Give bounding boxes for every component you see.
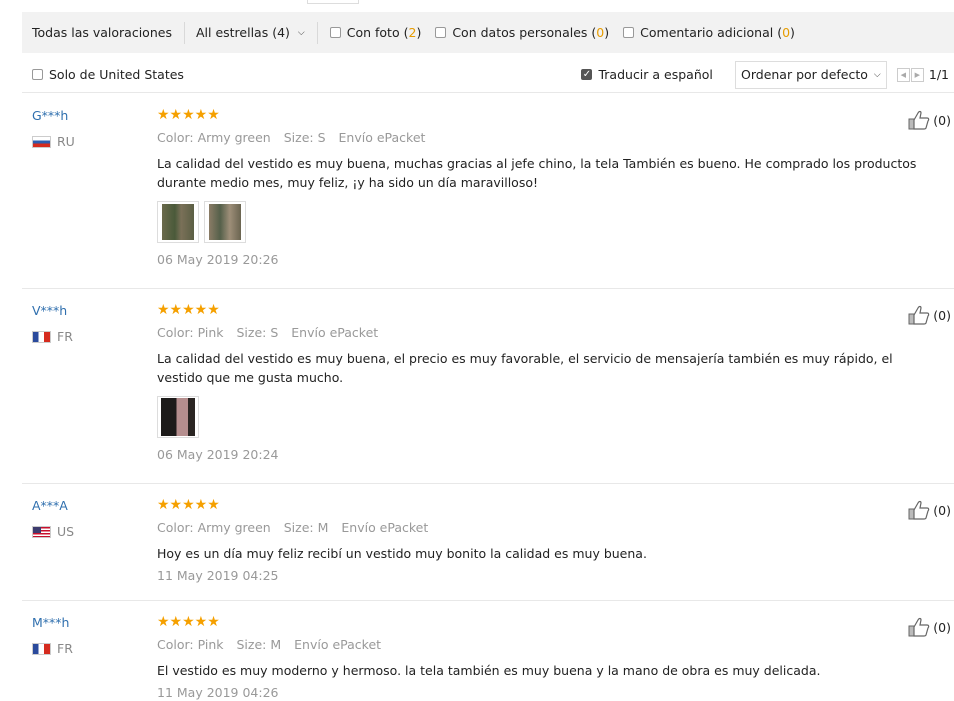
next-page-button[interactable]: ▶ bbox=[910, 67, 924, 82]
review-item: V***h FR ★★★★★ Color: Pink Size: S Envío… bbox=[22, 289, 954, 484]
review-date: 11 May 2019 04:26 bbox=[157, 685, 279, 700]
helpful-button[interactable]: (0) bbox=[907, 305, 951, 325]
reviewer-country: FR bbox=[32, 641, 73, 656]
checkbox-box[interactable] bbox=[32, 69, 43, 80]
russia-flag-icon bbox=[32, 135, 51, 148]
review-text: La calidad del vestido es muy buena, muc… bbox=[157, 156, 917, 190]
with-photo-label: Con foto (2) bbox=[346, 25, 422, 40]
review-toolbar: Solo de United States ✓ Traducir a españ… bbox=[22, 57, 954, 93]
review-photo-thumbnail[interactable] bbox=[204, 201, 246, 243]
star-rating: ★★★★★ bbox=[157, 614, 220, 630]
product-color: Color: Pink bbox=[157, 325, 224, 340]
review-filter-bar: Todas las valoraciones All estrellas (4)… bbox=[22, 12, 954, 53]
translate-checkbox[interactable]: ✓ Traducir a español bbox=[581, 67, 713, 82]
personal-data-checkbox[interactable]: Con datos personales (0) bbox=[435, 25, 609, 40]
review-text: El vestido es muy moderno y hermoso. la … bbox=[157, 663, 821, 678]
helpful-count: (0) bbox=[933, 619, 951, 635]
reviewer-name: A***A bbox=[32, 498, 68, 513]
france-flag-icon bbox=[32, 642, 51, 655]
helpful-count: (0) bbox=[933, 502, 951, 518]
additional-comment-label: Comentario adicional (0) bbox=[640, 25, 795, 40]
chevron-down-icon: ⌵ bbox=[873, 69, 881, 80]
shipping-method: Envío ePacket bbox=[341, 520, 429, 535]
helpful-count: (0) bbox=[933, 112, 951, 128]
checkbox-box[interactable] bbox=[623, 27, 635, 38]
review-date: 11 May 2019 04:25 bbox=[157, 568, 279, 583]
stars-dropdown[interactable]: All estrellas (4) ⌵ bbox=[187, 25, 315, 40]
shipping-method: Envío ePacket bbox=[291, 325, 379, 340]
review-date: 06 May 2019 20:24 bbox=[157, 447, 279, 462]
only-us-checkbox[interactable]: Solo de United States bbox=[32, 67, 184, 82]
review-photo-thumbnail[interactable] bbox=[157, 396, 199, 438]
thumbs-up-icon bbox=[908, 110, 930, 130]
product-color: Color: Army green bbox=[157, 520, 271, 535]
reviewer-country: RU bbox=[32, 134, 75, 149]
star-rating: ★★★★★ bbox=[157, 497, 220, 513]
sort-dropdown-label: Ordenar por defecto bbox=[741, 67, 868, 82]
reviewer-name: M***h bbox=[32, 615, 70, 630]
translate-label: Traducir a español bbox=[598, 67, 713, 82]
review-date: 06 May 2019 20:26 bbox=[157, 252, 279, 267]
thumbs-up-icon bbox=[908, 617, 930, 637]
checkbox-box[interactable] bbox=[435, 27, 447, 38]
shipping-method: Envío ePacket bbox=[338, 130, 426, 145]
country-code: US bbox=[57, 524, 75, 539]
top-tab-stub bbox=[307, 0, 359, 4]
all-reviews-filter[interactable]: Todas las valoraciones bbox=[22, 25, 182, 40]
divider bbox=[183, 21, 185, 44]
thumbs-up-icon bbox=[908, 500, 930, 520]
star-rating: ★★★★★ bbox=[157, 302, 220, 318]
pagination: ◀ ▶ 1/1 bbox=[896, 67, 949, 82]
review-text: Hoy es un día muy feliz recibí un vestid… bbox=[157, 546, 647, 561]
reviewer-country: US bbox=[32, 524, 74, 539]
review-item: A***A US ★★★★★ Color: Army green Size: M… bbox=[22, 484, 954, 601]
only-us-label: Solo de United States bbox=[49, 67, 184, 82]
thumbs-up-icon bbox=[908, 305, 930, 325]
reviewer-name: G***h bbox=[32, 108, 69, 123]
review-meta: Color: Army green Size: M Envío ePacket bbox=[157, 520, 937, 535]
sort-dropdown[interactable]: Ordenar por defecto ⌵ bbox=[734, 60, 887, 89]
review-meta: Color: Pink Size: M Envío ePacket bbox=[157, 637, 937, 652]
review-photos bbox=[157, 396, 937, 438]
review-photo-thumbnail[interactable] bbox=[157, 201, 199, 243]
helpful-button[interactable]: (0) bbox=[907, 617, 951, 637]
reviewer-country: FR bbox=[32, 329, 73, 344]
checkbox-checked-icon[interactable]: ✓ bbox=[581, 69, 593, 80]
france-flag-icon bbox=[32, 330, 51, 343]
page-indicator: 1/1 bbox=[928, 67, 949, 82]
country-code: RU bbox=[57, 134, 75, 149]
helpful-count: (0) bbox=[933, 307, 951, 323]
usa-flag-icon bbox=[32, 525, 51, 538]
additional-comment-checkbox[interactable]: Comentario adicional (0) bbox=[623, 25, 795, 40]
product-size: Size: M bbox=[236, 637, 282, 652]
helpful-button[interactable]: (0) bbox=[907, 500, 951, 520]
shipping-method: Envío ePacket bbox=[294, 637, 382, 652]
product-size: Size: M bbox=[283, 520, 329, 535]
checkbox-box[interactable] bbox=[329, 27, 341, 38]
product-color: Color: Pink bbox=[157, 637, 224, 652]
product-size: Size: S bbox=[283, 130, 326, 145]
country-code: FR bbox=[57, 329, 73, 344]
reviewer-name: V***h bbox=[32, 303, 68, 318]
with-photo-checkbox[interactable]: Con foto (2) bbox=[329, 25, 422, 40]
review-meta: Color: Pink Size: S Envío ePacket bbox=[157, 325, 937, 340]
chevron-down-icon: ⌵ bbox=[297, 27, 305, 38]
product-size: Size: S bbox=[236, 325, 279, 340]
review-item: M***h FR ★★★★★ Color: Pink Size: M Envío… bbox=[22, 601, 954, 701]
stars-dropdown-label: All estrellas (4) bbox=[195, 25, 290, 40]
personal-data-label: Con datos personales (0) bbox=[452, 25, 610, 40]
helpful-button[interactable]: (0) bbox=[907, 110, 951, 130]
divider bbox=[316, 21, 318, 44]
review-text: La calidad del vestido es muy buena, el … bbox=[157, 351, 893, 385]
review-item: G***h RU ★★★★★ Color: Army green Size: S… bbox=[22, 94, 954, 289]
review-meta: Color: Army green Size: S Envío ePacket bbox=[157, 130, 937, 145]
review-photos bbox=[157, 201, 937, 243]
prev-page-button[interactable]: ◀ bbox=[896, 67, 910, 82]
star-rating: ★★★★★ bbox=[157, 107, 220, 123]
product-color: Color: Army green bbox=[157, 130, 271, 145]
country-code: FR bbox=[57, 641, 73, 656]
